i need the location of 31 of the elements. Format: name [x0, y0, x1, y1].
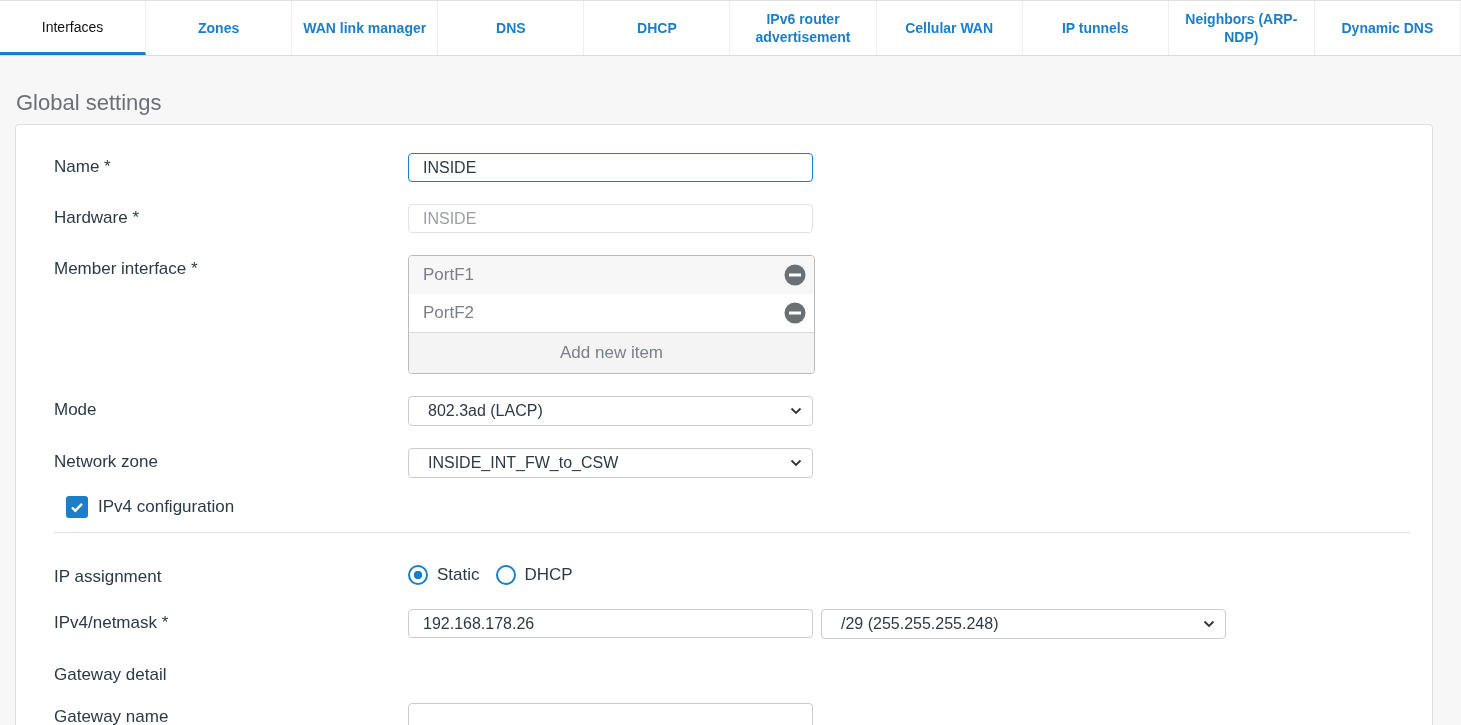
checkbox[interactable]: [66, 496, 88, 518]
field-label: Hardware *: [54, 207, 141, 228]
field-label: IP assignment: [54, 566, 163, 587]
section-title: Global settings: [15, 89, 163, 117]
text-field[interactable]: [408, 703, 813, 725]
dropdown[interactable]: INSIDE_INT_FW_to_CSW: [408, 448, 813, 478]
chevron-down-icon: [790, 459, 802, 467]
radio-label: DHCP: [524, 565, 573, 585]
chevron-down-icon: [1203, 620, 1215, 628]
list-item[interactable]: PortF1: [423, 265, 475, 285]
ip-field[interactable]: 192.168.178.26: [408, 609, 813, 638]
field-label: Name *: [54, 156, 112, 177]
field-label: IPv4/netmask *: [54, 612, 170, 633]
add-item-button[interactable]: Add new item: [409, 332, 814, 373]
checkbox-label: IPv4 configuration: [98, 497, 235, 517]
radio-label: Static: [437, 565, 480, 585]
remove-icon[interactable]: [784, 264, 806, 286]
list-item[interactable]: PortF2: [423, 303, 475, 323]
radio-button[interactable]: [408, 565, 428, 585]
chevron-down-icon: [790, 407, 802, 415]
field-label: Gateway name: [54, 706, 170, 725]
tab[interactable]: Interfaces: [0, 1, 147, 55]
netmask-dropdown[interactable]: /29 (255.255.255.248): [821, 609, 1226, 639]
field-label: Network zone: [54, 451, 159, 472]
text-field[interactable]: INSIDE: [408, 153, 813, 182]
field-label: Gateway detail: [54, 664, 168, 685]
dropdown[interactable]: 802.3ad (LACP): [408, 396, 813, 426]
field-label: Member interface *: [54, 258, 199, 279]
radio-button[interactable]: [495, 565, 516, 585]
field-label: Mode: [54, 399, 98, 420]
remove-icon[interactable]: [784, 302, 806, 324]
